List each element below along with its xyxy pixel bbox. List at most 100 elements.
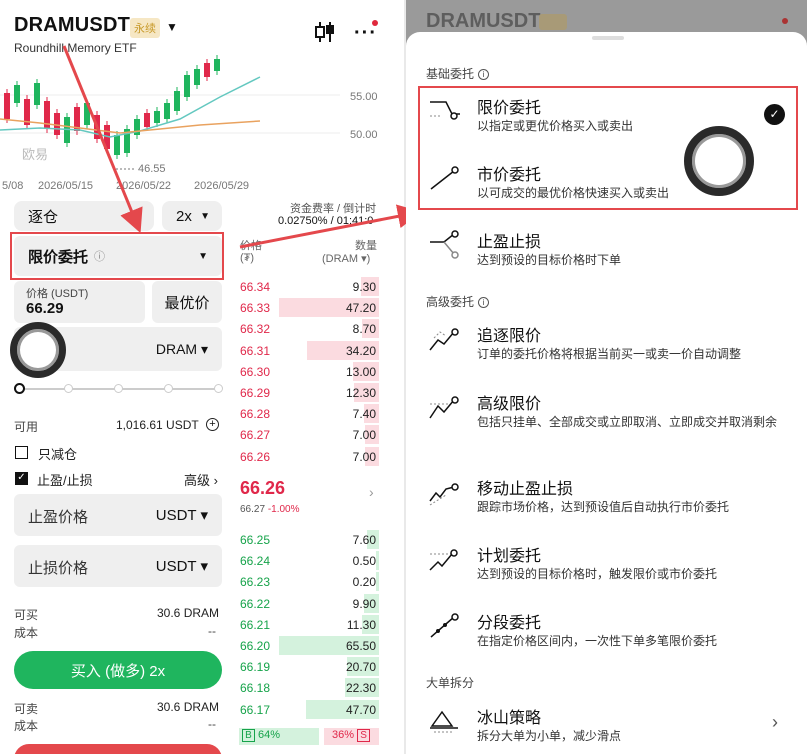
- can-sell-label: 可卖: [14, 702, 39, 716]
- option-desc: 在指定价格区间内，一次性下单多笔限价委托: [477, 634, 718, 648]
- sell-ratio-value: 36%: [332, 729, 355, 741]
- ob-qty: 7.40: [352, 407, 376, 422]
- take-profit-input[interactable]: 止盈价格 USDT ▾: [14, 494, 222, 536]
- price-value: 66.29: [26, 300, 64, 317]
- ob-qty: 65.50: [345, 639, 376, 653]
- info-icon[interactable]: i: [478, 297, 490, 308]
- ask-row[interactable]: 66.28 7.40: [237, 403, 379, 424]
- slider-stop-25[interactable]: [64, 384, 73, 393]
- option-title: 移动止盈止损: [477, 481, 574, 498]
- candlestick-icon[interactable]: [314, 20, 336, 44]
- option-title: 止盈止损: [477, 234, 542, 251]
- candle-body: [14, 85, 20, 103]
- bid-row[interactable]: 66.17 47.70: [237, 699, 379, 720]
- candlestick-chart[interactable]: 55.00 50.00 46.55 欧易 5/08 2026/05/15 202…: [0, 55, 404, 195]
- ob-qty-unit-select[interactable]: (DRAM ▾): [322, 252, 370, 265]
- bid-row[interactable]: 66.25 7.60: [237, 529, 379, 550]
- sell-cost-value: --: [208, 717, 216, 731]
- ob-qty: 9.30: [352, 280, 376, 294]
- b-tag: B: [242, 729, 255, 742]
- ask-row[interactable]: 66.30 13.00: [237, 361, 379, 382]
- bid-row[interactable]: 66.18 22.30: [237, 677, 379, 698]
- ob-price: 66.28: [240, 407, 271, 422]
- option-desc: 达到预设的目标价格时下单: [477, 253, 622, 267]
- bid-row[interactable]: 66.20 65.50: [237, 635, 379, 656]
- quantity-slider[interactable]: [14, 383, 223, 394]
- bid-row[interactable]: 66.24 0.50: [237, 550, 379, 571]
- slider-stop-50[interactable]: [114, 384, 123, 393]
- chevron-right-icon[interactable]: ›: [369, 484, 374, 500]
- symbol-dropdown-icon[interactable]: ▼: [166, 20, 178, 34]
- stop-loss-input[interactable]: 止损价格 USDT ▾: [14, 545, 222, 587]
- ob-qty: 0.20: [352, 575, 376, 590]
- slider-handle[interactable]: [14, 383, 25, 394]
- symbol-title[interactable]: DRAMUSDT: [14, 14, 130, 37]
- take-profit-unit[interactable]: USDT ▾: [156, 506, 208, 524]
- candle-body: [154, 111, 160, 123]
- option-desc: 达到预设的目标价格时，触发限价或市价委托: [477, 567, 718, 581]
- advanced-link[interactable]: 高级 ›: [184, 470, 218, 489]
- chase-limit-icon: [429, 328, 459, 351]
- ob-qty: 11.30: [346, 617, 376, 632]
- ob-qty-header: 数量: [355, 240, 377, 252]
- ask-row[interactable]: 66.29 12.30: [237, 382, 379, 403]
- option-desc: 订单的委托价格将根据当前买一或卖一价自动调整: [477, 347, 742, 361]
- qty-unit-select[interactable]: DRAM ▾: [156, 341, 208, 358]
- ask-row[interactable]: 66.34 9.30: [237, 276, 379, 297]
- candle-body: [174, 91, 180, 111]
- touch-indicator: [10, 322, 66, 378]
- ask-row[interactable]: 66.27 7.00: [237, 424, 379, 445]
- candle-body: [54, 113, 60, 135]
- leverage-select[interactable]: 2x ▼: [162, 201, 222, 231]
- funding-rate-value: 0.02750% / 01:41:0: [278, 215, 374, 227]
- can-buy-label: 可买: [14, 608, 39, 622]
- bid-row[interactable]: 66.23 0.20: [237, 571, 379, 592]
- ob-price-unit: (₮): [240, 252, 255, 264]
- info-icon[interactable]: i: [478, 69, 490, 80]
- ob-qty: 7.00: [352, 428, 376, 443]
- ask-row[interactable]: 66.26 7.00: [237, 446, 379, 467]
- buy-long-button[interactable]: 买入 (做多) 2x: [14, 651, 222, 689]
- price-input[interactable]: 价格 (USDT) 66.29: [14, 281, 145, 323]
- available-value: 1,016.61 USDT: [116, 418, 199, 432]
- margin-mode-select[interactable]: 逐仓 ▼: [14, 201, 154, 231]
- ob-price: 66.20: [240, 639, 271, 653]
- chevron-down-icon: ▼: [200, 210, 210, 222]
- option-title: 冰山策略: [477, 710, 542, 727]
- reduce-only-checkbox[interactable]: [15, 446, 28, 459]
- ob-qty: 7.00: [352, 449, 376, 464]
- bid-row[interactable]: 66.22 9.90: [237, 593, 379, 614]
- candles: [4, 55, 220, 159]
- low-label: 46.55: [138, 163, 166, 175]
- chevron-down-icon: ▼: [132, 210, 142, 222]
- buy-ratio: B 64%: [239, 728, 319, 745]
- perpetual-badge: 永续: [130, 18, 160, 38]
- stop-loss-unit[interactable]: USDT ▾: [156, 557, 208, 575]
- ask-row[interactable]: 66.32 8.70: [237, 318, 379, 339]
- chevron-right-icon[interactable]: ›: [772, 712, 778, 733]
- add-funds-icon[interactable]: +: [206, 418, 219, 431]
- ob-qty: 9.90: [352, 596, 376, 611]
- ob-price: 66.27: [240, 428, 271, 443]
- best-price-button[interactable]: 最优价: [152, 281, 222, 323]
- screen: DRAMUSDT 永续 ▼ Roundhill Memory ETF ··· 5…: [0, 0, 807, 754]
- ob-price: 66.21: [240, 617, 271, 632]
- section-adv-label: 高级委托: [426, 295, 475, 309]
- sheet-grab-handle[interactable]: [592, 36, 624, 40]
- slider-stop-75[interactable]: [164, 384, 173, 393]
- ask-row[interactable]: 66.31 34.20: [237, 340, 379, 361]
- sell-short-button[interactable]: [14, 744, 222, 754]
- x-tick-0: 5/08: [2, 180, 23, 192]
- slider-stop-100[interactable]: [214, 384, 223, 393]
- depth-bar: [376, 551, 379, 571]
- sell-cost-label: 成本: [14, 719, 39, 733]
- trailing-stop-icon: [429, 483, 459, 506]
- tp-sl-checkbox[interactable]: ✓: [15, 472, 28, 485]
- notification-dot: [372, 20, 378, 26]
- bid-row[interactable]: 66.21 11.30: [237, 614, 379, 635]
- ask-row[interactable]: 66.33 47.20: [237, 297, 379, 318]
- ob-qty: 47.20: [345, 301, 376, 316]
- candle-body: [204, 63, 210, 77]
- ob-qty: 20.70: [345, 660, 376, 675]
- bid-row[interactable]: 66.19 20.70: [237, 656, 379, 677]
